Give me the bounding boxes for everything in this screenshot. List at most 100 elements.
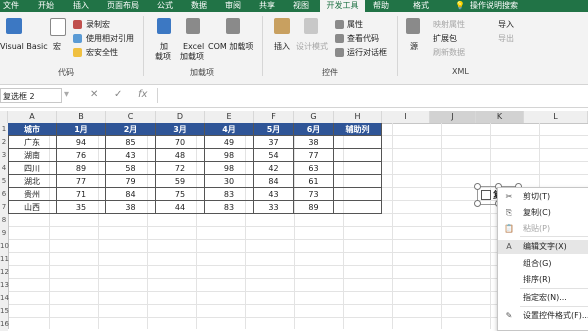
table-cell[interactable]: 79 [106, 175, 156, 188]
table-cell[interactable]: 湖南 [8, 149, 57, 162]
table-cell[interactable]: 76 [57, 149, 106, 162]
tab-page-layout[interactable]: 页面布局 [107, 0, 139, 12]
design-mode-button[interactable]: 设计模式 [296, 42, 328, 52]
menu-item-edit-text[interactable]: A 编辑文字(X) [498, 240, 588, 254]
table-cell[interactable]: 湖北 [8, 175, 57, 188]
addins-button-line1[interactable]: 加 [160, 42, 168, 52]
table-cell[interactable] [334, 136, 382, 149]
table-cell[interactable]: 72 [156, 162, 205, 175]
view-code-button[interactable]: 查看代码 [347, 34, 379, 44]
table-header-cell[interactable]: 4月 [205, 123, 254, 136]
refresh-data-button[interactable]: 刷新数据 [433, 48, 465, 58]
table-cell[interactable]: 89 [294, 201, 334, 214]
table-cell[interactable]: 48 [156, 149, 205, 162]
table-cell[interactable]: 37 [254, 136, 294, 149]
tab-home[interactable]: 开始 [38, 0, 54, 12]
tab-format[interactable]: 格式 [413, 0, 429, 12]
table-cell[interactable]: 63 [294, 162, 334, 175]
properties-button[interactable]: 属性 [347, 20, 363, 30]
row-header[interactable]: 8 [0, 214, 8, 227]
row-header[interactable]: 9 [0, 227, 8, 240]
row-header[interactable]: 15 [0, 305, 9, 318]
macros-button[interactable]: 宏 [53, 42, 61, 52]
table-cell[interactable]: 85 [106, 136, 156, 149]
row-header[interactable]: 12 [0, 266, 9, 279]
table-header-cell[interactable]: 城市 [8, 123, 57, 136]
column-header[interactable]: J [430, 111, 476, 123]
relative-refs-button[interactable]: 使用相对引用 [86, 34, 134, 44]
formula-input[interactable] [157, 88, 588, 103]
column-header[interactable]: B [57, 111, 106, 123]
table-cell[interactable]: 84 [106, 188, 156, 201]
table-cell[interactable]: 33 [254, 201, 294, 214]
table-cell[interactable]: 71 [57, 188, 106, 201]
tab-data[interactable]: 数据 [191, 0, 207, 12]
addins-button-line2[interactable]: 载项 [155, 52, 171, 62]
menu-item-paste[interactable]: 📋 粘贴(P) [498, 222, 588, 236]
row-header[interactable]: 10 [0, 240, 9, 253]
tab-review[interactable]: 审阅 [225, 0, 241, 12]
name-box[interactable]: 复选框 2 [0, 88, 62, 103]
table-cell[interactable]: 38 [106, 201, 156, 214]
table-cell[interactable]: 73 [294, 188, 334, 201]
excel-addins-line1[interactable]: Excel [183, 42, 204, 52]
name-box-dropdown-icon[interactable]: ▾ [64, 89, 69, 100]
table-cell[interactable]: 59 [156, 175, 205, 188]
column-header[interactable]: G [294, 111, 334, 123]
table-cell[interactable]: 94 [57, 136, 106, 149]
table-cell[interactable]: 43 [254, 188, 294, 201]
row-header[interactable]: 6 [0, 188, 8, 201]
tab-formulas[interactable]: 公式 [157, 0, 173, 12]
column-header[interactable]: K [476, 111, 524, 123]
com-addins-button[interactable]: COM 加载项 [208, 42, 253, 52]
xml-import-button[interactable]: 导入 [498, 20, 514, 30]
table-cell[interactable]: 70 [156, 136, 205, 149]
table-header-cell[interactable]: 辅助列 [334, 123, 382, 136]
xml-source-button[interactable]: 源 [410, 42, 418, 52]
table-cell[interactable]: 83 [205, 188, 254, 201]
macro-security-button[interactable]: 宏安全性 [86, 48, 118, 58]
table-cell[interactable]: 98 [205, 162, 254, 175]
tab-developer[interactable]: 开发工具 [320, 0, 365, 12]
column-header[interactable]: E [205, 111, 254, 123]
tell-me-search[interactable]: 操作说明搜索 [470, 0, 518, 12]
table-cell[interactable]: 83 [205, 201, 254, 214]
column-header[interactable]: C [106, 111, 156, 123]
row-header[interactable]: 13 [0, 279, 9, 292]
resize-handle[interactable] [474, 183, 481, 190]
table-header-cell[interactable]: 2月 [106, 123, 156, 136]
xml-export-button[interactable]: 导出 [498, 34, 514, 44]
row-header[interactable]: 4 [0, 162, 8, 175]
table-cell[interactable] [334, 175, 382, 188]
table-header-cell[interactable]: 5月 [254, 123, 294, 136]
table-cell[interactable] [334, 201, 382, 214]
row-header[interactable]: 11 [0, 253, 9, 266]
select-all-corner[interactable] [0, 111, 8, 123]
table-header-cell[interactable]: 1月 [57, 123, 106, 136]
insert-function-icon[interactable]: fx [138, 89, 147, 100]
record-macro-button[interactable]: 录制宏 [86, 20, 110, 30]
table-cell[interactable]: 89 [57, 162, 106, 175]
table-cell[interactable]: 42 [254, 162, 294, 175]
table-cell[interactable]: 75 [156, 188, 205, 201]
row-header[interactable]: 7 [0, 201, 8, 214]
menu-item-group[interactable]: 组合(G) [498, 257, 588, 271]
menu-item-cut[interactable]: ✂ 剪切(T) [498, 190, 588, 204]
menu-item-order[interactable]: 排序(R) [498, 273, 588, 287]
row-header[interactable]: 2 [0, 136, 8, 149]
menu-item-assign-macro[interactable]: 指定宏(N)... [498, 291, 588, 305]
table-cell[interactable]: 77 [294, 149, 334, 162]
table-cell[interactable]: 77 [57, 175, 106, 188]
table-cell[interactable]: 38 [294, 136, 334, 149]
table-cell[interactable]: 四川 [8, 162, 57, 175]
insert-controls-button[interactable]: 插入 [274, 42, 290, 52]
visual-basic-button[interactable]: Visual Basic [0, 42, 48, 52]
column-header[interactable]: D [156, 111, 205, 123]
column-header[interactable]: H [334, 111, 382, 123]
resize-handle[interactable] [474, 200, 481, 207]
table-cell[interactable]: 43 [106, 149, 156, 162]
table-cell[interactable]: 84 [254, 175, 294, 188]
menu-item-copy[interactable]: ⎘ 复制(C) [498, 206, 588, 220]
table-cell[interactable]: 30 [205, 175, 254, 188]
cancel-icon[interactable]: ✕ [90, 89, 98, 100]
